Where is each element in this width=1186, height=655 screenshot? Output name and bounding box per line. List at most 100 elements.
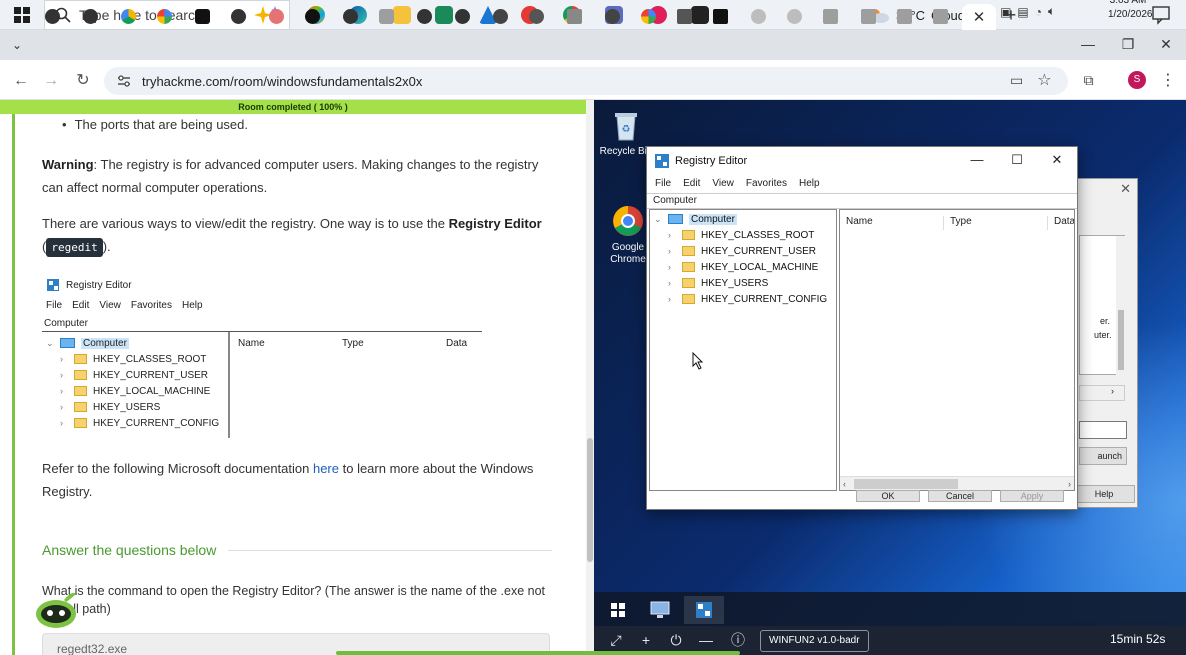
tryhackme-mascot-icon[interactable] bbox=[32, 586, 80, 630]
page-info-icon[interactable]: ▭ bbox=[1010, 72, 1023, 89]
browser-tab[interactable] bbox=[852, 4, 884, 28]
folder-icon bbox=[74, 402, 87, 412]
regedit-col-data[interactable]: Data bbox=[1048, 216, 1074, 230]
browser-tab[interactable] bbox=[814, 4, 846, 28]
browser-minimize-button[interactable]: — bbox=[1068, 32, 1108, 56]
regedit-tree-root[interactable]: ⌄ Computer bbox=[654, 212, 737, 226]
vm-taskbar-app-icon[interactable] bbox=[640, 596, 680, 624]
tray-wifi-icon[interactable]: ◔ bbox=[1035, 5, 1042, 19]
run-dialog-launch-button[interactable]: aunch bbox=[1079, 447, 1127, 465]
browser-tab[interactable] bbox=[222, 4, 254, 28]
browser-tab[interactable] bbox=[632, 4, 664, 28]
bookmark-star-icon[interactable]: ☆ bbox=[1037, 70, 1051, 90]
browser-tab[interactable] bbox=[558, 4, 590, 28]
browser-restore-button[interactable]: ❐ bbox=[1108, 32, 1148, 56]
browser-tab[interactable] bbox=[742, 4, 774, 28]
browser-menu-icon[interactable]: ⋮ bbox=[1160, 70, 1176, 90]
regedit-col-type[interactable]: Type bbox=[944, 216, 1048, 230]
browser-tab[interactable] bbox=[520, 4, 552, 28]
clock-time: 3:03 AM bbox=[1109, 0, 1147, 6]
cancel-button[interactable]: Cancel bbox=[928, 490, 992, 502]
regedit-tree-pane[interactable]: ⌄ Computer › HKEY_CLASSES_ROOT › HKEY_CURRE… bbox=[649, 209, 837, 491]
run-dialog-close-icon[interactable]: ✕ bbox=[1120, 181, 1131, 197]
browser-tab[interactable] bbox=[408, 4, 440, 28]
ok-button[interactable]: OK bbox=[856, 490, 920, 502]
extensions-icon[interactable]: ⧉ bbox=[1084, 72, 1094, 89]
answer-section-header: Answer the questions below bbox=[42, 542, 552, 558]
page-scrollbar[interactable] bbox=[586, 100, 594, 655]
tray-volume-icon[interactable]: 🔈︎ bbox=[1048, 4, 1055, 19]
regedit-tree-item-hkcr[interactable]: › HKEY_CLASSES_ROOT bbox=[668, 228, 814, 242]
regedit-tree-item-hkcu[interactable]: › HKEY_CURRENT_USER bbox=[668, 244, 816, 258]
browser-tab[interactable] bbox=[260, 4, 292, 28]
browser-tab[interactable] bbox=[112, 4, 144, 28]
run-dialog-input[interactable] bbox=[1079, 421, 1127, 439]
new-tab-button[interactable]: + bbox=[1000, 4, 1022, 26]
regedit-hscrollbar[interactable]: ‹ › bbox=[840, 476, 1074, 490]
docs-link[interactable]: here bbox=[313, 461, 339, 476]
regedit-tree-item-hkcc[interactable]: › HKEY_CURRENT_CONFIG bbox=[668, 292, 827, 306]
browser-tab[interactable] bbox=[36, 4, 68, 28]
regedit-maximize-button[interactable]: ☐ bbox=[997, 147, 1037, 173]
back-arrow-icon[interactable]: ← bbox=[10, 70, 32, 92]
browser-tab[interactable] bbox=[778, 4, 810, 28]
run-dialog-background[interactable]: ✕ er. uter. › aunch Help bbox=[1072, 178, 1138, 508]
profile-avatar[interactable]: S bbox=[1128, 71, 1146, 89]
info-icon[interactable]: ⓘ bbox=[728, 630, 748, 650]
regedit-menu-edit[interactable]: Edit bbox=[683, 175, 700, 193]
browser-tab[interactable] bbox=[596, 4, 628, 28]
regedit-menu-help[interactable]: Help bbox=[799, 175, 820, 193]
browser-tab[interactable] bbox=[74, 4, 106, 28]
regedit-close-button[interactable]: ✕ bbox=[1037, 147, 1077, 173]
taskbar-clock[interactable]: 3:03 AM 1/20/2026 bbox=[1108, 0, 1153, 30]
regedit-hscroll-thumb[interactable] bbox=[854, 479, 958, 489]
github-favicon-icon bbox=[82, 8, 98, 24]
browser-tab[interactable] bbox=[704, 4, 736, 28]
github-favicon-icon bbox=[230, 8, 246, 24]
run-dialog-scroll-thumb[interactable] bbox=[1118, 310, 1124, 370]
run-dialog-help-button[interactable]: Help bbox=[1073, 485, 1135, 503]
run-dialog-hscrollbar[interactable]: › bbox=[1079, 385, 1125, 401]
scroll-left-icon[interactable]: ‹ bbox=[843, 477, 846, 490]
fullscreen-icon[interactable]: ⤢ bbox=[606, 630, 626, 650]
browser-tab[interactable] bbox=[668, 4, 700, 28]
browser-tab[interactable] bbox=[446, 4, 478, 28]
windows-start-icon[interactable] bbox=[14, 7, 30, 23]
browser-close-button[interactable]: ✕ bbox=[1146, 32, 1186, 56]
browser-tab[interactable] bbox=[296, 4, 328, 28]
browser-tab[interactable] bbox=[186, 4, 218, 28]
browser-tab[interactable] bbox=[888, 4, 920, 28]
notifications-icon[interactable] bbox=[1150, 3, 1172, 25]
app-favicon-icon bbox=[304, 8, 320, 24]
regedit-menu-favorites[interactable]: Favorites bbox=[746, 175, 787, 193]
browser-tab[interactable] bbox=[334, 4, 366, 28]
regedit-titlebar[interactable]: Registry Editor — ☐ ✕ bbox=[647, 147, 1077, 175]
regedit-menu-file[interactable]: File bbox=[655, 175, 671, 193]
github-favicon-icon bbox=[44, 8, 60, 24]
minimize-vm-icon[interactable]: — bbox=[696, 630, 716, 650]
browser-tab[interactable] bbox=[370, 4, 402, 28]
scroll-right-icon[interactable]: › bbox=[1068, 477, 1071, 490]
regedit-tree-item-hku[interactable]: › HKEY_USERS bbox=[668, 276, 768, 290]
regedit-minimize-button[interactable]: — bbox=[957, 147, 997, 173]
regedit-list-pane[interactable]: Name Type Data ‹ › bbox=[839, 209, 1075, 491]
vm-start-icon[interactable] bbox=[598, 596, 638, 624]
regedit-address-bar[interactable]: Computer bbox=[647, 193, 1077, 209]
browser-tab[interactable] bbox=[148, 4, 180, 28]
reload-icon[interactable]: ↻ bbox=[72, 70, 94, 92]
registry-editor-window[interactable]: Registry Editor — ☐ ✕ File Edit View Fav… bbox=[646, 146, 1078, 510]
browser-tab[interactable] bbox=[924, 4, 956, 28]
regedit-col-name[interactable]: Name bbox=[840, 216, 944, 230]
active-tab-close-button[interactable]: ✕ bbox=[962, 4, 996, 30]
apply-button[interactable]: Apply bbox=[1000, 490, 1064, 502]
regedit-menu-view[interactable]: View bbox=[712, 175, 734, 193]
forward-arrow-icon[interactable]: → bbox=[40, 70, 62, 92]
page-scrollbar-thumb[interactable] bbox=[587, 438, 593, 562]
power-icon[interactable]: ⏻ bbox=[666, 630, 686, 650]
regedit-tree-item-hklm[interactable]: › HKEY_LOCAL_MACHINE bbox=[668, 260, 818, 274]
browser-tab[interactable] bbox=[484, 4, 516, 28]
tab-search-chevron-icon[interactable]: ⌄ bbox=[6, 34, 28, 56]
address-bar[interactable]: tryhackme.com/room/windowsfundamentals2x… bbox=[104, 67, 1068, 95]
vm-taskbar-regedit-icon[interactable] bbox=[684, 596, 724, 624]
add-time-icon[interactable]: + bbox=[636, 630, 656, 650]
